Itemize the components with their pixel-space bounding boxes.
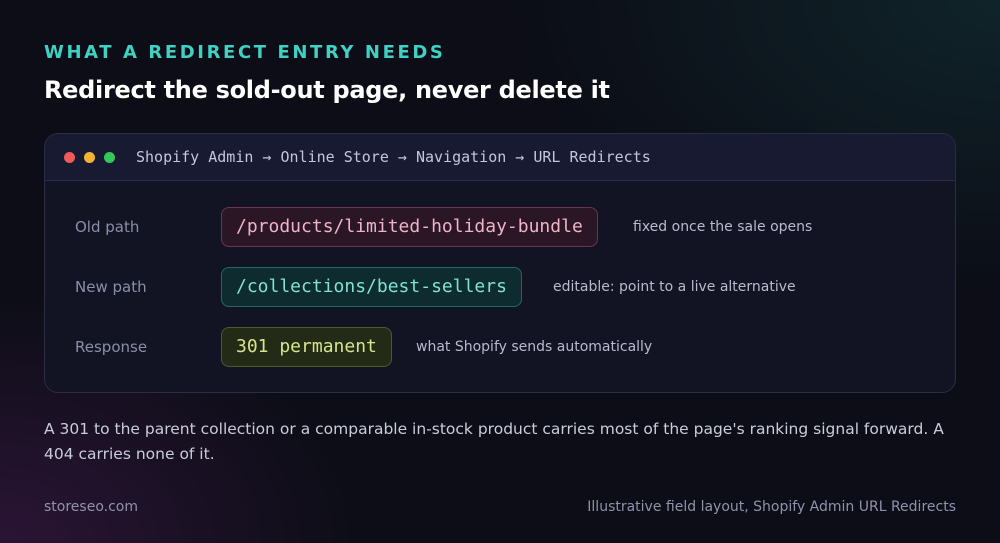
explanation-paragraph: A 301 to the parent collection or a comp… bbox=[44, 420, 944, 463]
new-path-label: New path bbox=[75, 278, 147, 296]
close-dot-icon bbox=[64, 151, 75, 163]
minimize-dot-icon bbox=[84, 151, 95, 163]
new-path-field[interactable]: /collections/best-sellers bbox=[221, 267, 522, 307]
eyebrow-heading: WHAT A REDIRECT ENTRY NEEDS bbox=[44, 42, 446, 63]
old-path-note: fixed once the sale opens bbox=[633, 219, 813, 235]
response-field: 301 permanent bbox=[221, 327, 392, 367]
footer-caption: Illustrative field layout, Shopify Admin… bbox=[587, 499, 956, 515]
page-title: Redirect the sold-out page, never delete… bbox=[44, 76, 610, 104]
old-path-field: /products/limited-holiday-bundle bbox=[221, 207, 598, 247]
response-note: what Shopify sends automatically bbox=[416, 339, 653, 355]
admin-window: Shopify Admin → Online Store → Navigatio… bbox=[44, 133, 956, 393]
response-label: Response bbox=[75, 338, 148, 356]
old-path-label: Old path bbox=[75, 218, 140, 236]
maximize-dot-icon bbox=[104, 151, 115, 163]
breadcrumb: Shopify Admin → Online Store → Navigatio… bbox=[136, 148, 651, 166]
new-path-note: editable: point to a live alternative bbox=[553, 279, 796, 295]
footer-source: storeseo.com bbox=[44, 499, 138, 515]
window-titlebar: Shopify Admin → Online Store → Navigatio… bbox=[45, 134, 955, 181]
